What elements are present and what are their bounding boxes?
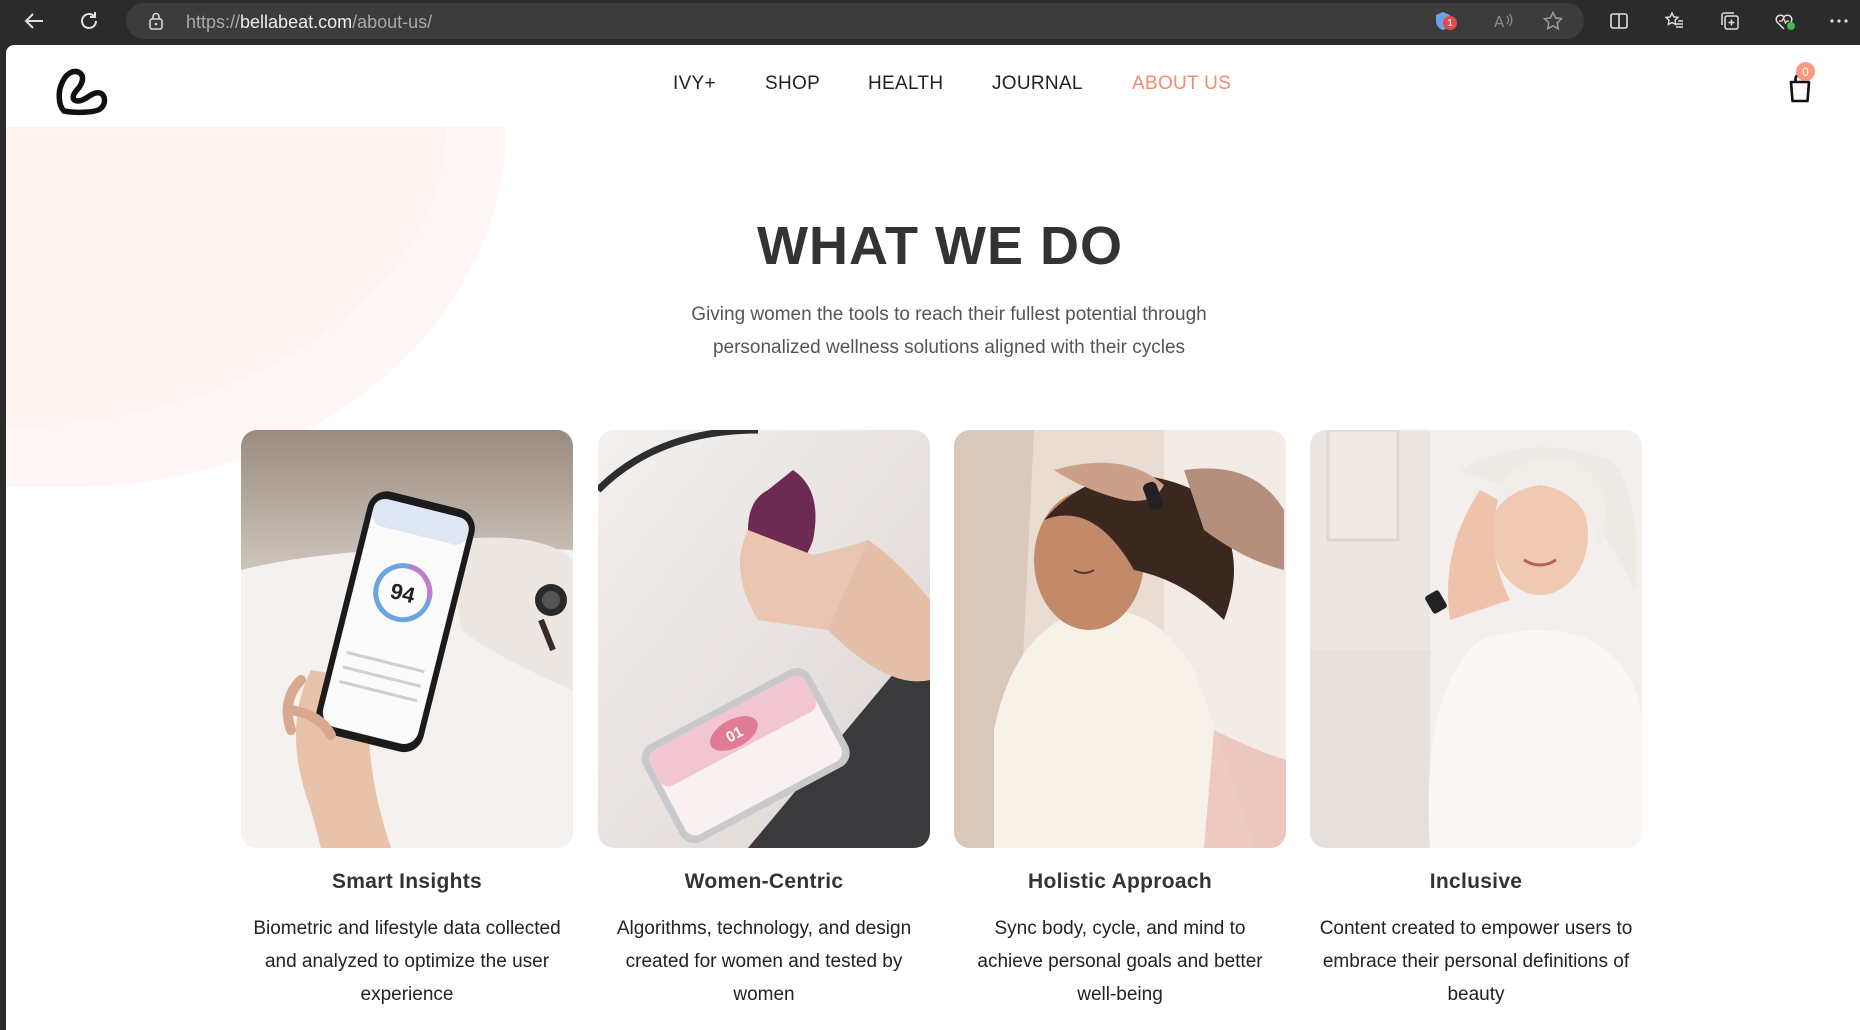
- split-screen-icon[interactable]: [1606, 8, 1632, 34]
- inclusive-photo: [1310, 430, 1642, 848]
- smart-insights-photo: 94: [241, 430, 573, 848]
- card-description-line: embrace their personal definitions of: [1322, 951, 1630, 972]
- nav-journal[interactable]: JOURNAL: [992, 73, 1083, 95]
- card-description-line: beauty: [1447, 984, 1505, 1005]
- svg-text:A: A: [1494, 13, 1505, 31]
- card-title: Holistic Approach: [1027, 870, 1212, 893]
- page-viewport: IVY+ SHOP HEALTH JOURNAL ABOUT US 0 WHAT…: [6, 45, 1860, 1030]
- subtitle-line: personalized wellness solutions aligned …: [712, 337, 1186, 358]
- card-title: Inclusive: [1429, 870, 1523, 893]
- read-aloud-icon[interactable]: A: [1490, 8, 1516, 34]
- extension-badge: 1: [1443, 16, 1457, 30]
- women-centric-photo: 01: [598, 430, 930, 848]
- card-title: Smart Insights: [331, 870, 483, 893]
- section-subtitle: Giving women the tools to reach their fu…: [619, 298, 1279, 364]
- nav-shop[interactable]: SHOP: [765, 73, 820, 95]
- address-bar[interactable]: https://bellabeat.com/about-us/: [126, 3, 1584, 39]
- nav-about-us[interactable]: ABOUT US: [1132, 73, 1231, 95]
- card-description-line: women: [733, 984, 795, 1005]
- feature-card-smart-insights: 94 Smart Insights Biometric and lifestyl…: [241, 430, 573, 1005]
- decorative-background-shape-inner: [6, 127, 446, 427]
- card-description-line: Algorithms, technology, and design: [616, 918, 912, 939]
- card-description-line: created for women and tested by: [625, 951, 903, 972]
- refresh-icon[interactable]: [76, 8, 102, 34]
- nav-health[interactable]: HEALTH: [868, 73, 943, 95]
- card-description-line: Content created to empower users to: [1319, 918, 1633, 939]
- feature-card-inclusive: Inclusive Content created to empower use…: [1310, 430, 1642, 1005]
- card-description-line: experience: [360, 984, 454, 1005]
- card-description: Biometric and lifestyle data collected a…: [216, 912, 598, 1011]
- card-description-line: achieve personal goals and better: [977, 951, 1263, 972]
- holistic-approach-photo: [954, 430, 1286, 848]
- back-arrow-icon[interactable]: [21, 8, 47, 34]
- card-description: Sync body, cycle, and mind to achieve pe…: [929, 912, 1311, 1011]
- feature-card-holistic-approach: Holistic Approach Sync body, cycle, and …: [954, 430, 1286, 1005]
- nav-ivy-plus[interactable]: IVY+: [673, 73, 716, 95]
- card-description-line: well-being: [1077, 984, 1163, 1005]
- subtitle-line: Giving women the tools to reach their fu…: [691, 304, 1207, 325]
- card-description: Content created to empower users to embr…: [1285, 912, 1667, 1011]
- card-description: Algorithms, technology, and design creat…: [573, 912, 955, 1011]
- card-description-line: and analyzed to optimize the user: [264, 951, 550, 972]
- favorite-star-icon[interactable]: [1540, 8, 1566, 34]
- lock-icon[interactable]: [148, 12, 164, 35]
- browser-toolbar: https://bellabeat.com/about-us/ 1 A: [0, 0, 1860, 42]
- card-description-line: Sync body, cycle, and mind to: [994, 918, 1246, 939]
- section-heading: WHAT WE DO: [757, 216, 1123, 276]
- url-text: https://bellabeat.com/about-us/: [186, 12, 433, 32]
- card-title: Women-Centric: [684, 870, 844, 893]
- browser-essentials-icon[interactable]: [1772, 8, 1798, 34]
- card-description-line: Biometric and lifestyle data collected: [253, 918, 561, 939]
- cart-count-badge: 0: [1796, 62, 1815, 81]
- collections-icon[interactable]: [1717, 8, 1743, 34]
- bellabeat-logo-icon[interactable]: [52, 61, 110, 119]
- more-options-icon[interactable]: [1826, 8, 1852, 34]
- feature-card-women-centric: 01 Women-Centric Algorithms, technology,…: [598, 430, 930, 1005]
- favorites-icon[interactable]: [1661, 8, 1687, 34]
